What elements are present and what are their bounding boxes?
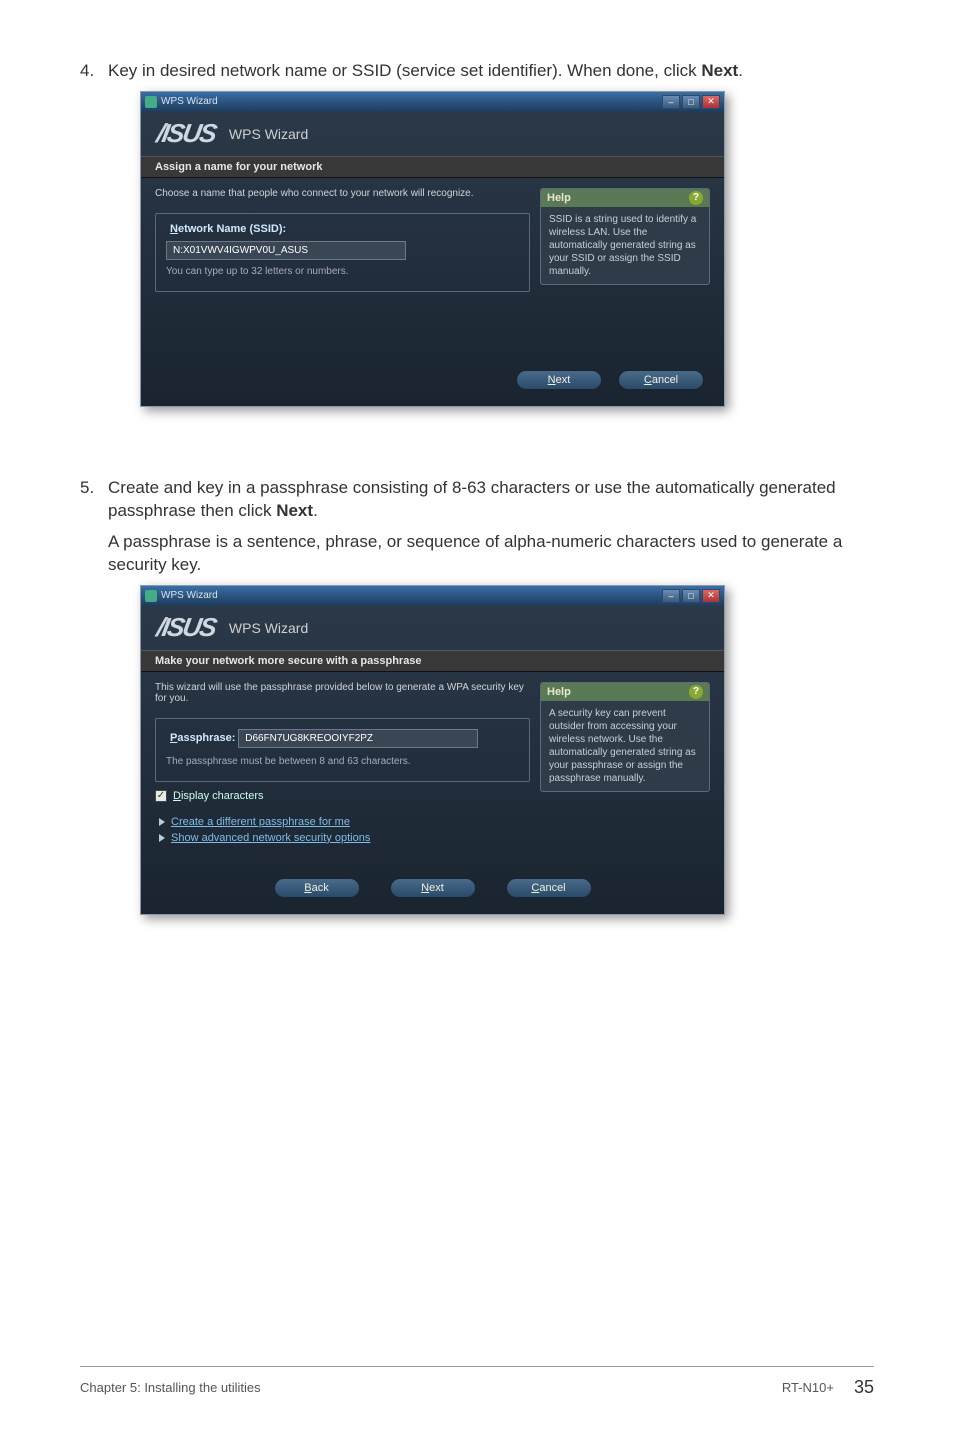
display-characters-checkbox[interactable]: ✓ <box>155 790 167 802</box>
maximize-button[interactable]: □ <box>682 95 700 109</box>
next-button[interactable]: Next <box>516 370 602 390</box>
triangle-icon <box>159 818 165 826</box>
left-column: This wizard will use the passphrase prov… <box>155 682 530 846</box>
brand-bar: /ISUS WPS Wizard <box>141 112 724 156</box>
next-button[interactable]: Next <box>390 878 476 898</box>
dialog-body: Choose a name that people who connect to… <box>141 178 724 358</box>
intro-text: This wizard will use the passphrase prov… <box>155 682 530 704</box>
step-4-text: Key in desired network name or SSID (ser… <box>108 60 874 83</box>
step-5-number: 5. <box>80 477 108 523</box>
passphrase-legend: Passphrase: <box>170 732 235 744</box>
page-number: 35 <box>854 1377 874 1398</box>
passphrase-fieldset: Passphrase: D66FN7UG8KREOOIYF2PZ The pas… <box>155 718 530 782</box>
display-characters-label: Display characters <box>173 790 264 802</box>
help-panel: Help ? A security key can prevent outsid… <box>540 682 710 792</box>
create-different-passphrase-link[interactable]: Create a different passphrase for me <box>159 816 530 828</box>
help-title: Help <box>547 686 571 698</box>
close-button[interactable]: ✕ <box>702 589 720 603</box>
display-characters-row[interactable]: ✓ Display characters <box>155 790 530 802</box>
app-icon <box>145 590 157 602</box>
app-icon <box>145 96 157 108</box>
help-icon: ? <box>689 191 703 205</box>
intro-text: Choose a name that people who connect to… <box>155 188 530 199</box>
step-4-number: 4. <box>80 60 108 83</box>
help-title: Help <box>547 192 571 204</box>
step-5-text-c: . <box>313 501 318 520</box>
help-body-text: SSID is a string used to identify a wire… <box>541 207 709 284</box>
asus-logo: /ISUS <box>154 118 217 149</box>
left-column: Choose a name that people who connect to… <box>155 188 530 338</box>
help-header: Help ? <box>541 189 709 207</box>
wps-wizard-dialog-passphrase: WPS Wizard – □ ✕ /ISUS WPS Wizard Make y… <box>140 585 725 915</box>
step-4-text-c: . <box>738 61 743 80</box>
button-row: Next Cancel <box>141 358 724 406</box>
window-title: WPS Wizard <box>161 96 660 107</box>
window-title: WPS Wizard <box>161 590 660 601</box>
help-header: Help ? <box>541 683 709 701</box>
passphrase-hint: The passphrase must be between 8 and 63 … <box>166 756 519 767</box>
help-icon: ? <box>689 685 703 699</box>
triangle-icon <box>159 834 165 842</box>
section-heading: Make your network more secure with a pas… <box>141 650 724 672</box>
step-5-sub: A passphrase is a sentence, phrase, or s… <box>108 531 874 577</box>
titlebar: WPS Wizard – □ ✕ <box>141 586 724 606</box>
close-button[interactable]: ✕ <box>702 95 720 109</box>
step-4-bold: Next <box>701 61 738 80</box>
page-footer: Chapter 5: Installing the utilities RT-N… <box>80 1366 874 1398</box>
step-4: 4. Key in desired network name or SSID (… <box>80 60 874 83</box>
section-heading: Assign a name for your network <box>141 156 724 178</box>
maximize-button[interactable]: □ <box>682 589 700 603</box>
button-row: Back Next Cancel <box>141 866 724 914</box>
cancel-button[interactable]: Cancel <box>618 370 704 390</box>
minimize-button[interactable]: – <box>662 589 680 603</box>
wizard-label: WPS Wizard <box>229 126 308 142</box>
ssid-hint: You can type up to 32 letters or numbers… <box>166 266 519 277</box>
minimize-button[interactable]: – <box>662 95 680 109</box>
dialog-body: This wizard will use the passphrase prov… <box>141 672 724 866</box>
back-button[interactable]: Back <box>274 878 360 898</box>
ssid-legend: Network Name (SSID): <box>170 223 286 235</box>
step-4-text-a: Key in desired network name or SSID (ser… <box>108 61 701 80</box>
step-5-text-a: Create and key in a passphrase consistin… <box>108 478 836 520</box>
link-text: Show advanced network security options <box>171 832 370 844</box>
help-body-text: A security key can prevent outsider from… <box>541 701 709 791</box>
wizard-label: WPS Wizard <box>229 620 308 636</box>
advanced-security-link[interactable]: Show advanced network security options <box>159 832 530 844</box>
step-5-bold: Next <box>276 501 313 520</box>
titlebar: WPS Wizard – □ ✕ <box>141 92 724 112</box>
footer-model: RT-N10+ <box>782 1380 834 1395</box>
ssid-input[interactable]: N:X01VWV4IGWPV0U_ASUS <box>166 241 406 260</box>
ssid-fieldset: Network Name (SSID): N:X01VWV4IGWPV0U_AS… <box>155 213 530 292</box>
asus-logo: /ISUS <box>154 612 217 643</box>
step-5: 5. Create and key in a passphrase consis… <box>80 477 874 523</box>
footer-left: Chapter 5: Installing the utilities <box>80 1380 782 1395</box>
link-text: Create a different passphrase for me <box>171 816 350 828</box>
passphrase-input[interactable]: D66FN7UG8KREOOIYF2PZ <box>238 729 478 748</box>
cancel-button[interactable]: Cancel <box>506 878 592 898</box>
brand-bar: /ISUS WPS Wizard <box>141 606 724 650</box>
step-5-text: Create and key in a passphrase consistin… <box>108 477 874 523</box>
wps-wizard-dialog-ssid: WPS Wizard – □ ✕ /ISUS WPS Wizard Assign… <box>140 91 725 407</box>
help-panel: Help ? SSID is a string used to identify… <box>540 188 710 285</box>
